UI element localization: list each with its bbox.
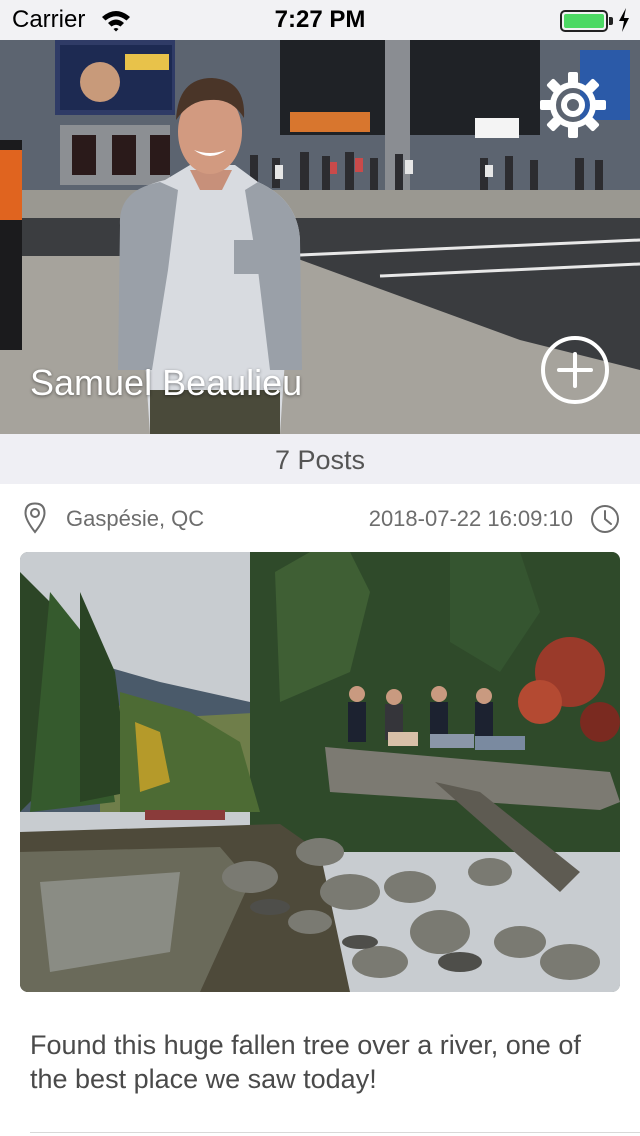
plus-circle-icon xyxy=(541,336,609,404)
map-pin-icon xyxy=(24,502,46,534)
posts-count-bar: 7 Posts xyxy=(0,434,640,484)
profile-name: Samuel Beaulieu xyxy=(30,362,303,403)
charging-icon xyxy=(619,8,629,32)
profile-screen: Carrier 7:27 PM Samuel Beaulieu 7 Posts … xyxy=(0,0,640,1136)
post-photo[interactable] xyxy=(20,552,620,992)
post-datetime: 2018-07-22 16:09:10 xyxy=(368,506,573,531)
posts-count-label: 7 Posts xyxy=(274,445,366,475)
add-post-button[interactable] xyxy=(539,334,611,406)
post-divider xyxy=(30,1132,640,1133)
battery-icon xyxy=(560,10,608,32)
clock-icon xyxy=(591,505,619,533)
post-meta: Gaspésie, QC 2018-07-22 16:09:10 xyxy=(0,500,640,540)
profile-header: Samuel Beaulieu xyxy=(0,40,640,434)
status-bar: Carrier 7:27 PM xyxy=(0,0,640,40)
gear-icon xyxy=(540,72,606,138)
settings-button[interactable] xyxy=(538,70,608,140)
clock-time: 7:27 PM xyxy=(274,6,366,33)
post-image xyxy=(20,552,620,992)
post-caption: Found this huge fallen tree over a river… xyxy=(30,1030,581,1094)
post-location: Gaspésie, QC xyxy=(66,506,205,531)
